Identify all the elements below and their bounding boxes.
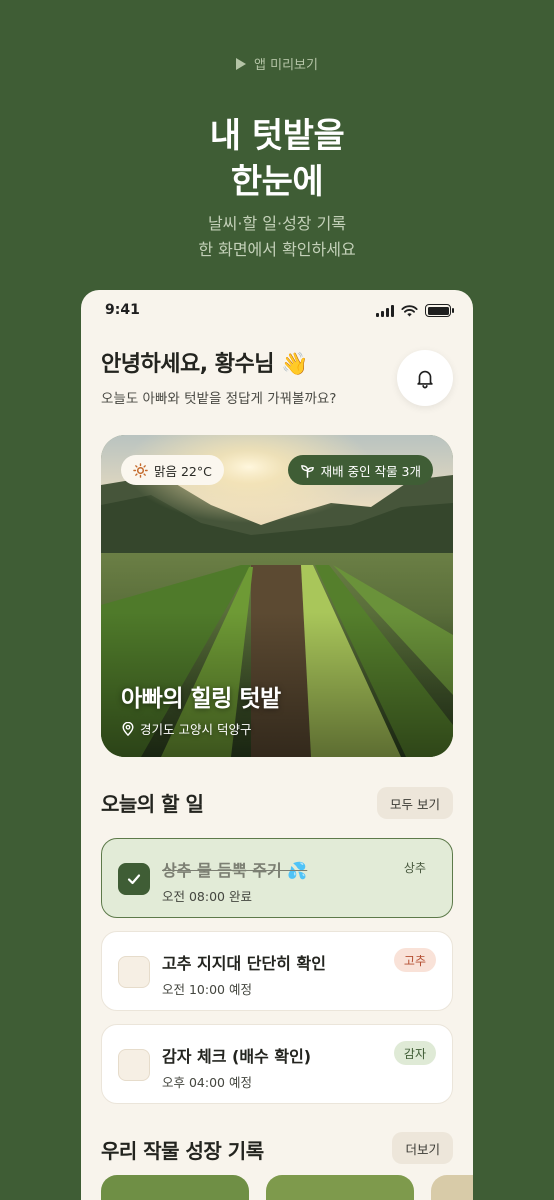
task-time: 오후 04:00 예정 (162, 1075, 252, 1090)
location-pin-icon (122, 721, 134, 736)
farm-card[interactable]: 맑음 22°C 재배 중인 작물 3개 아빠의 힐링 텃밭 경기도 고양시 덕양… (101, 435, 453, 757)
crop-tag: 상추 (403, 860, 426, 875)
status-bar: 9:41 (105, 302, 454, 322)
bell-icon (417, 370, 433, 389)
growth-more-button[interactable]: 더보기 (392, 1132, 453, 1164)
task-title: 상추 물 듬뿍 주기 💦 (162, 861, 308, 880)
tasks-section-title: 오늘의 할 일 (101, 792, 204, 816)
greeting-title: 안녕하세요, 황수님 👋 (101, 352, 309, 377)
battery-icon (425, 304, 454, 317)
task-item[interactable]: 감자 체크 (배수 확인) 오후 04:00 예정 감자 (101, 1024, 453, 1104)
headline-line2: 한눈에 (230, 162, 324, 202)
sun-icon (133, 462, 148, 478)
task-title: 고추 지지대 단단히 확인 (162, 954, 326, 973)
weather-badge: 맑음 22°C (121, 455, 224, 485)
task-item[interactable]: 상추 물 듬뿍 주기 💦 오전 08:00 완료 상추 (101, 838, 453, 918)
growth-section-title: 우리 작물 성장 기록 (101, 1139, 264, 1163)
crops-count-badge: 재배 중인 작물 3개 (287, 455, 433, 485)
notification-button[interactable] (397, 350, 453, 406)
subheadline-line1: 날씨·할 일·성장 기록 (207, 214, 347, 233)
crop-tag: 감자 (393, 1041, 436, 1065)
sprout-icon (300, 464, 314, 478)
task-time: 오전 10:00 예정 (162, 982, 252, 997)
preview-label: 앱 미리보기 (0, 54, 554, 73)
growth-cards-row (101, 1175, 473, 1200)
task-title: 감자 체크 (배수 확인) (162, 1047, 312, 1066)
wifi-icon (401, 304, 418, 316)
task-checkbox[interactable] (118, 1049, 150, 1081)
task-checkbox[interactable] (118, 863, 150, 895)
growth-card[interactable] (266, 1175, 414, 1200)
phone-screen: 9:41 안녕하세요, 황수님 👋 오늘도 아빠와 텃밭을 정답게 가꿔볼까요? (81, 290, 473, 1200)
status-time: 9:41 (105, 302, 140, 318)
view-all-tasks-button[interactable]: 모두 보기 (377, 787, 453, 819)
signal-icon (376, 304, 394, 317)
status-icons (376, 304, 454, 317)
play-icon (236, 57, 247, 70)
task-checkbox[interactable] (118, 956, 150, 988)
subheadline-line2: 한 화면에서 확인하세요 (198, 240, 356, 259)
farm-name: 아빠의 힐링 텃밭 (121, 686, 281, 712)
headline-line1: 내 텃밭을 (209, 116, 345, 156)
greeting-subtitle: 오늘도 아빠와 텃밭을 정답게 가꿔볼까요? (101, 391, 337, 407)
task-item[interactable]: 고추 지지대 단단히 확인 오전 10:00 예정 고추 (101, 931, 453, 1011)
task-time: 오전 08:00 완료 (162, 889, 252, 904)
crop-tag: 고추 (393, 948, 436, 972)
check-icon (127, 874, 141, 885)
growth-card[interactable] (101, 1175, 249, 1200)
farm-location: 경기도 고양시 덕양구 (121, 719, 251, 738)
growth-card[interactable] (431, 1175, 473, 1200)
